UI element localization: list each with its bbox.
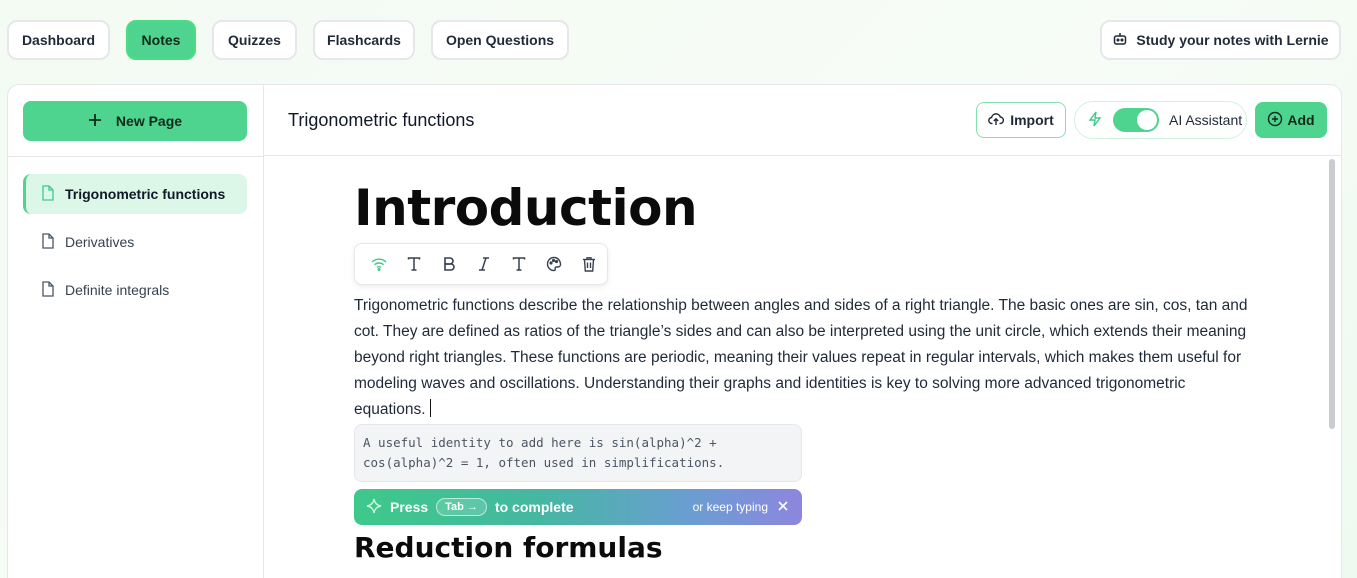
bold-icon[interactable] <box>431 249 466 279</box>
sparkle-icon <box>366 498 382 517</box>
content-header: Trigonometric functions Import AI Assist… <box>264 85 1341 156</box>
plus-icon <box>88 113 102 130</box>
palette-icon[interactable] <box>537 249 572 279</box>
sidebar-item-label: Trigonometric functions <box>65 186 226 202</box>
tab-key-badge[interactable]: Tab → <box>436 498 487 516</box>
sidebar-item-label: Derivatives <box>65 234 135 250</box>
heading-icon[interactable] <box>502 249 537 279</box>
robot-icon <box>1112 31 1128 50</box>
format-toolbar <box>354 243 608 285</box>
study-with-lernie-button[interactable]: Study your notes with Lernie <box>1100 20 1341 60</box>
new-page-label: New Page <box>115 113 183 129</box>
document-icon <box>41 280 55 300</box>
note-editor[interactable]: Introduction Trigonometric functions des… <box>264 157 1341 578</box>
keep-typing-label: or keep typing <box>692 500 768 514</box>
tab-open-questions-label: Open Questions <box>445 32 555 48</box>
ai-wifi-icon[interactable] <box>361 249 396 279</box>
cloud-upload-icon <box>988 111 1005 130</box>
tab-quizzes-label: Quizzes <box>228 32 281 48</box>
lightning-icon <box>1087 111 1103 130</box>
text-style-icon[interactable] <box>396 249 431 279</box>
keep-typing: or keep typing <box>693 500 788 514</box>
document-icon <box>41 232 55 252</box>
import-button[interactable]: Import <box>976 102 1066 138</box>
import-label: Import <box>1010 112 1054 128</box>
heading-reduction-formulas: Reduction formulas <box>354 531 663 564</box>
tab-notes-label: Notes <box>141 32 181 48</box>
page-title: Trigonometric functions <box>288 110 475 130</box>
text-cursor <box>429 399 431 417</box>
add-label: Add <box>1287 112 1315 128</box>
ai-assistant-control: AI Assistant <box>1074 101 1247 139</box>
tab-notes[interactable]: Notes <box>126 20 196 60</box>
tab-quizzes[interactable]: Quizzes <box>212 20 297 60</box>
complete-label: to complete <box>494 499 574 515</box>
sidebar-divider <box>8 156 264 157</box>
editor-scrollbar[interactable] <box>1329 159 1335 429</box>
new-page-button[interactable]: New Page <box>23 101 247 141</box>
sidebar-item-derivatives[interactable]: Derivatives <box>23 222 247 262</box>
autocomplete-bar: Press Tab → to complete or keep typing <box>354 489 802 525</box>
tab-dashboard-label: Dashboard <box>21 32 96 48</box>
press-label: Press <box>390 499 429 515</box>
intro-paragraph[interactable]: Trigonometric functions describe the rel… <box>354 293 1254 423</box>
italic-icon[interactable] <box>466 249 501 279</box>
ai-assistant-toggle[interactable] <box>1113 108 1159 132</box>
tab-dashboard[interactable]: Dashboard <box>7 20 110 60</box>
sidebar-item-definite-integrals[interactable]: Definite integrals <box>23 270 247 310</box>
document-icon <box>41 184 55 204</box>
sidebar-item-trigonometric-functions[interactable]: Trigonometric functions <box>23 174 247 214</box>
tab-flashcards-label: Flashcards <box>327 32 401 48</box>
trash-icon[interactable] <box>572 249 607 279</box>
tab-flashcards[interactable]: Flashcards <box>313 20 415 60</box>
ai-suggestion-box: A useful identity to add here is sin(alp… <box>354 424 802 482</box>
sidebar-item-label: Definite integrals <box>65 282 170 298</box>
study-button-label: Study your notes with Lernie <box>1136 32 1329 48</box>
add-button[interactable]: Add <box>1255 102 1327 138</box>
tab-open-questions[interactable]: Open Questions <box>431 20 569 60</box>
sidebar: New Page Trigonometric functions Derivat… <box>8 85 264 578</box>
top-navigation: Dashboard Notes Quizzes Flashcards Open … <box>0 0 1357 80</box>
ai-assistant-label: AI Assistant <box>1169 112 1243 128</box>
intro-paragraph-text: Trigonometric functions describe the rel… <box>354 297 1248 418</box>
plus-circle-icon <box>1267 111 1283 130</box>
close-icon[interactable] <box>778 500 788 514</box>
heading-introduction: Introduction <box>354 179 698 237</box>
notes-panel: New Page Trigonometric functions Derivat… <box>7 84 1342 578</box>
